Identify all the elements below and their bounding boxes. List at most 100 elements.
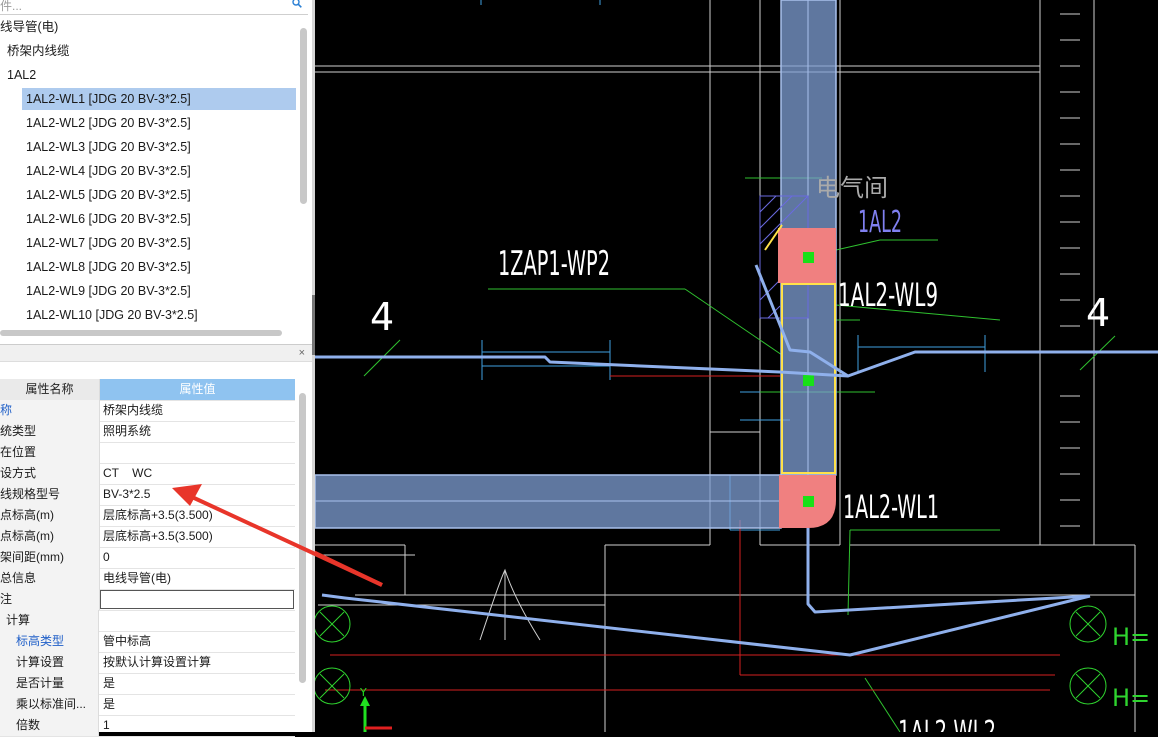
property-row[interactable]: 在位置: [0, 442, 295, 464]
tree-item-wl9[interactable]: 1AL2-WL9 [JDG 20 BV-3*2.5]: [26, 280, 191, 302]
property-value[interactable]: 管中标高: [103, 631, 151, 652]
component-tree: 线导管(电) 桥架内线缆 1AL2 1AL2-WL1 [JDG 20 BV-3*…: [0, 15, 300, 337]
property-value[interactable]: 电线导管(电): [103, 568, 171, 589]
tree-item-tray-cable[interactable]: 桥架内线缆: [7, 40, 70, 62]
label-1al2-wl2: 1AL2-WL2: [898, 715, 996, 732]
property-row[interactable]: 统类型 照明系统: [0, 421, 295, 443]
cad-canvas[interactable]: 1ZAP1-WP2 1AL2 1AL2-WL9 1AL2-WL1 1AL2-WL…: [315, 0, 1158, 732]
column-header-value: 属性值: [100, 379, 295, 400]
property-group-name: 计算: [0, 610, 99, 631]
height-label: H=: [1112, 684, 1150, 712]
tree-item-wl10[interactable]: 1AL2-WL10 [JDG 20 BV-3*2.5]: [26, 304, 198, 326]
tree-item-label: 1AL2-WL7 [JDG 20 BV-3*2.5]: [26, 236, 191, 250]
wall-lines: [315, 0, 1136, 732]
tree-item-wl4[interactable]: 1AL2-WL4 [JDG 20 BV-3*2.5]: [26, 160, 191, 182]
property-row[interactable]: 是否计量 是: [0, 673, 295, 695]
property-value[interactable]: 1: [103, 715, 110, 736]
property-row[interactable]: 线规格型号 BV-3*2.5: [0, 484, 295, 506]
height-label: H=: [1112, 623, 1150, 651]
properties-vertical-scrollbar[interactable]: [299, 393, 306, 683]
grip-point[interactable]: [803, 496, 814, 507]
axis-label-right: 4: [1086, 291, 1110, 335]
property-name: 称: [0, 400, 100, 421]
property-row[interactable]: 称 桥架内线缆: [0, 400, 295, 422]
tree-item-label: 1AL2-WL4 [JDG 20 BV-3*2.5]: [26, 164, 191, 178]
label-1al2-wl9: 1AL2-WL9: [838, 276, 938, 314]
property-group-row[interactable]: 计算: [0, 610, 295, 632]
tree-item-wl1[interactable]: 1AL2-WL1 [JDG 20 BV-3*2.5]: [22, 88, 296, 110]
property-name: 注: [0, 589, 100, 610]
tree-item-wl8[interactable]: 1AL2-WL8 [JDG 20 BV-3*2.5]: [26, 256, 191, 278]
property-name: 线规格型号: [0, 484, 100, 505]
property-row[interactable]: 倍数 1: [0, 715, 295, 737]
property-value[interactable]: 照明系统: [103, 421, 151, 442]
tree-item-category[interactable]: 线导管(电): [0, 16, 58, 38]
label-1zap1-wp2: 1ZAP1-WP2: [498, 244, 610, 284]
property-name: 倍数: [0, 715, 99, 736]
property-name: 点标高(m): [0, 526, 100, 547]
tree-item-wl6[interactable]: 1AL2-WL6 [JDG 20 BV-3*2.5]: [26, 208, 191, 230]
property-name: 乘以标准间...: [0, 694, 99, 715]
property-row[interactable]: 设方式 CT WC: [0, 463, 295, 485]
label-1al2-wl1: 1AL2-WL1: [843, 488, 939, 526]
property-value[interactable]: 是: [103, 673, 115, 694]
tree-horizontal-scrollbar[interactable]: [0, 330, 282, 336]
property-name: 统类型: [0, 421, 100, 442]
property-value[interactable]: 层底标高+3.5(3.500): [103, 526, 213, 547]
tree-item-1al2[interactable]: 1AL2: [7, 64, 36, 86]
tree-item-wl7[interactable]: 1AL2-WL7 [JDG 20 BV-3*2.5]: [26, 232, 191, 254]
grip-point[interactable]: [803, 252, 814, 263]
y-axis-label: Y: [359, 686, 367, 699]
tree-item-label: 1AL2-WL2 [JDG 20 BV-3*2.5]: [26, 116, 191, 130]
remark-input[interactable]: [100, 590, 294, 609]
tree-item-label: 1AL2-WL3 [JDG 20 BV-3*2.5]: [26, 140, 191, 154]
property-row[interactable]: 标高类型 管中标高: [0, 631, 295, 653]
properties-panel-header: ×: [0, 344, 312, 362]
property-value[interactable]: CT WC: [103, 463, 152, 484]
tree-item-label: 1AL2-WL1 [JDG 20 BV-3*2.5]: [26, 92, 191, 106]
stair-marks: [1060, 13, 1080, 527]
property-row[interactable]: 总信息 电线导管(电): [0, 568, 295, 590]
property-name: 总信息: [0, 568, 100, 589]
property-row[interactable]: 点标高(m) 层底标高+3.5(3.500): [0, 526, 295, 548]
property-name: 点标高(m): [0, 505, 100, 526]
property-name: 是否计量: [0, 673, 99, 694]
property-row[interactable]: 注: [0, 589, 295, 611]
property-row[interactable]: 计算设置 按默认计算设置计算: [0, 652, 295, 674]
tree-item-label: 1AL2-WL6 [JDG 20 BV-3*2.5]: [26, 212, 191, 226]
property-row[interactable]: 架间距(mm) 0: [0, 547, 295, 569]
search-input[interactable]: 件...: [0, 0, 22, 14]
property-value[interactable]: 按默认计算设置计算: [103, 652, 211, 673]
tree-item-label: 1AL2: [7, 68, 37, 82]
property-value[interactable]: 桥架内线缆: [103, 400, 163, 421]
property-name: 在位置: [0, 442, 100, 463]
grip-point[interactable]: [803, 375, 814, 386]
tree-item-label: 线导管(电): [0, 20, 59, 34]
search-bar[interactable]: 件...: [0, 0, 308, 15]
property-value[interactable]: 0: [103, 547, 110, 568]
close-icon[interactable]: ×: [299, 345, 305, 361]
label-electrical-room: 电气间: [816, 174, 888, 202]
tree-item-label: 1AL2-WL9 [JDG 20 BV-3*2.5]: [26, 284, 191, 298]
tree-item-wl3[interactable]: 1AL2-WL3 [JDG 20 BV-3*2.5]: [26, 136, 191, 158]
tree-item-label: 1AL2-WL10 [JDG 20 BV-3*2.5]: [26, 308, 198, 322]
red-cables: [325, 375, 1060, 691]
search-icon[interactable]: [292, 0, 302, 8]
tree-item-wl5[interactable]: 1AL2-WL5 [JDG 20 BV-3*2.5]: [26, 184, 191, 206]
properties-header-row: 属性名称 属性值: [0, 379, 295, 401]
label-1al2: 1AL2: [858, 205, 902, 240]
property-value[interactable]: BV-3*2.5: [103, 484, 150, 505]
property-row[interactable]: 乘以标准间... 是: [0, 694, 295, 716]
tree-item-wl2[interactable]: 1AL2-WL2 [JDG 20 BV-3*2.5]: [26, 112, 191, 134]
tree-vertical-scrollbar[interactable]: [300, 28, 307, 204]
property-name: 计算设置: [0, 652, 99, 673]
cad-drawing[interactable]: 1ZAP1-WP2 1AL2 1AL2-WL9 1AL2-WL1 1AL2-WL…: [315, 0, 1158, 732]
tree-item-label: 1AL2-WL8 [JDG 20 BV-3*2.5]: [26, 260, 191, 274]
left-panel: 件... 线导管(电) 桥架内线缆 1AL2 1AL2-WL1 [JDG 20 …: [0, 0, 312, 737]
column-header-name: 属性名称: [0, 379, 100, 400]
property-name: 架间距(mm): [0, 547, 100, 568]
tree-item-label: 桥架内线缆: [7, 44, 70, 58]
property-value[interactable]: 是: [103, 694, 115, 715]
property-row[interactable]: 点标高(m) 层底标高+3.5(3.500): [0, 505, 295, 527]
property-value[interactable]: 层底标高+3.5(3.500): [103, 505, 213, 526]
